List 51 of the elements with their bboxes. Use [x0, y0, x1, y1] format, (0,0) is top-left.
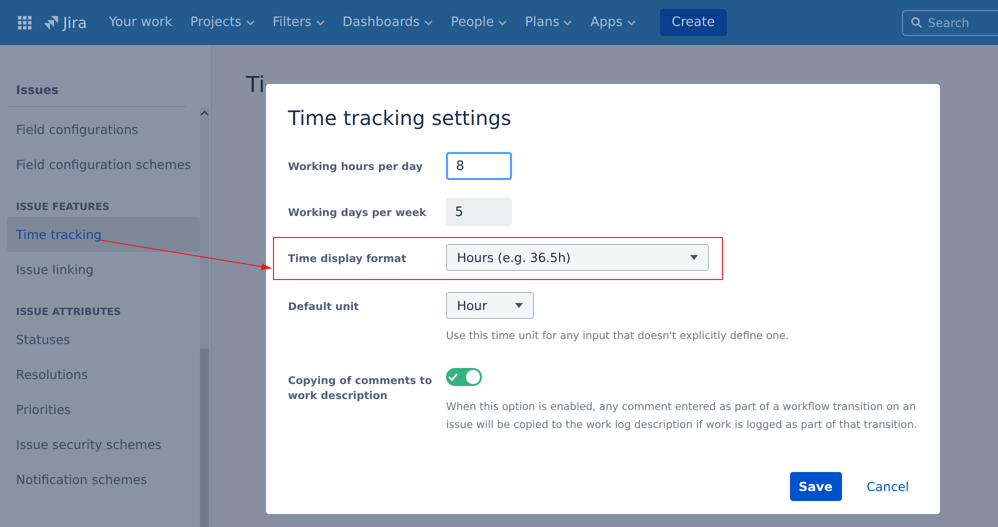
help-text: Use this time unit for any input that doesn't explicitly define one. [446, 329, 790, 344]
search-field[interactable]: Search [902, 10, 998, 36]
sidebar-item[interactable]: Priorities [7, 392, 200, 427]
search-icon [911, 17, 922, 28]
sidebar-section-heading: ISSUE ATTRIBUTES [15, 306, 122, 320]
field-label: Time display format [288, 252, 408, 267]
nav-menu-item[interactable]: Plans [525, 15, 572, 30]
chevron-down-icon [316, 20, 325, 26]
chevron-down-icon [626, 20, 636, 26]
caret-icon [690, 255, 698, 260]
dialog-title: Time tracking settings [288, 106, 512, 130]
text-input-field[interactable]: 8 [446, 152, 512, 180]
sidebar-item[interactable]: Field configuration schemes [7, 147, 200, 182]
sidebar-section-heading: ISSUE FEATURES [15, 201, 110, 215]
check-icon [448, 373, 458, 381]
field-label: Working days per week [288, 206, 428, 221]
nav-menu-item[interactable]: Projects [190, 15, 255, 30]
page-title: Ti [246, 73, 266, 98]
help-text: When this option is enabled, any comment entered as part of a workflow transition on an issue will be copied to the work log description if work is logged as part of that transition. [446, 400, 918, 433]
scrollbar[interactable] [200, 107, 210, 527]
cancel-link[interactable]: Cancel [858, 472, 918, 501]
product-name[interactable]: Jira [63, 14, 87, 32]
sidebar-item[interactable]: Field configurations [7, 112, 200, 147]
field-label: Default unit [288, 300, 360, 315]
sidebar-title: Issues [15, 82, 60, 99]
chevron-down-icon [424, 20, 433, 26]
toggle-switch[interactable] [446, 368, 482, 386]
sidebar-item[interactable]: Issue security schemes [7, 427, 200, 462]
dropdown-select[interactable]: Hours (e.g. 36.5h) [446, 244, 709, 271]
sidebar-item[interactable]: Notification schemes [7, 462, 200, 497]
dropdown-select[interactable]: Hour [446, 292, 534, 319]
nav-menu-item[interactable]: Apps [590, 15, 636, 30]
caret-icon [515, 303, 523, 308]
create-button[interactable]: Create [660, 9, 727, 36]
nav-menu-item[interactable]: People [450, 15, 508, 30]
logo-icon [44, 16, 58, 30]
save-button[interactable]: Save [790, 472, 842, 501]
app-grid-icon[interactable] [18, 16, 32, 30]
chevron-down-icon [246, 20, 255, 26]
nav-menu-item[interactable]: Filters [272, 15, 325, 30]
nav-menu-item[interactable]: Your work [108, 15, 172, 30]
sidebar-item[interactable]: Statuses [7, 322, 200, 357]
chevron-down-icon [498, 20, 508, 26]
nav-menu-item[interactable]: Dashboards [342, 15, 433, 30]
sidebar-item[interactable]: Issue linking [7, 252, 200, 287]
sidebar-item[interactable]: Resolutions [7, 357, 200, 392]
sidebar-item[interactable]: Time tracking [7, 217, 200, 252]
field-label: Copying of comments to work description [288, 374, 434, 404]
chevron-up-icon[interactable] [200, 110, 210, 116]
field-label: Working hours per day [288, 160, 424, 175]
chevron-down-icon [563, 20, 572, 26]
